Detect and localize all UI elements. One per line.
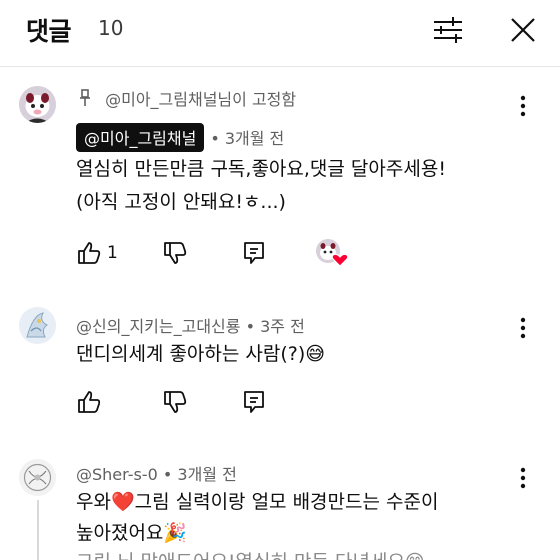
more-vertical-icon xyxy=(520,467,526,489)
dislike-button[interactable] xyxy=(162,389,188,417)
close-icon xyxy=(511,18,535,42)
comment-more-button[interactable] xyxy=(512,93,534,119)
pinned-text: @미아_그림채널님이 고정함 xyxy=(105,90,297,109)
comment-time[interactable]: • 3주 전 xyxy=(246,317,305,336)
creator-author-chip[interactable]: @미아_그림채널 xyxy=(76,123,205,152)
reply-icon xyxy=(244,391,264,413)
comment-text: 그림 뇌 맞애드어요!열심히 만든 다년세요😊 xyxy=(76,546,425,560)
comment-author[interactable]: @신의_지키는_고대신룡 xyxy=(76,317,240,336)
avatar[interactable] xyxy=(19,459,56,496)
comment-text: 우와❤️그림 실력이랑 얼모 배경만드는 수준이 xyxy=(76,491,439,513)
more-vertical-icon xyxy=(520,317,526,339)
avatar-image xyxy=(19,307,56,344)
reply-button[interactable] xyxy=(241,240,267,268)
thumbs-up-icon xyxy=(78,242,101,264)
thumbs-up-icon xyxy=(78,391,101,413)
like-button[interactable] xyxy=(76,389,102,417)
comments-title: 댓글 xyxy=(26,17,72,46)
dislike-button[interactable] xyxy=(162,240,188,268)
comment-meta: @Sher-s-0 • 3개월 전 xyxy=(76,461,237,485)
comment-time[interactable]: • 3개월 전 xyxy=(210,129,284,148)
avatar[interactable] xyxy=(19,86,56,123)
comment-text: 열심히 만든만큼 구독,좋아요,댓글 달아주세용! xyxy=(76,158,446,180)
more-vertical-icon xyxy=(520,95,526,117)
thumbs-down-icon xyxy=(164,391,187,413)
pin-icon xyxy=(78,89,92,107)
reply-thread-line xyxy=(37,500,39,560)
thumbs-down-icon xyxy=(164,242,187,264)
reply-button[interactable] xyxy=(241,389,267,417)
close-button[interactable] xyxy=(505,12,541,48)
comments-header: 댓글 10 xyxy=(0,0,560,67)
comments-count: 10 xyxy=(98,16,124,40)
comment-author[interactable]: @Sher-s-0 xyxy=(76,465,158,484)
reply-icon xyxy=(244,242,264,264)
creator-heart-icon xyxy=(316,239,349,267)
like-count: 1 xyxy=(107,243,118,263)
comment-meta: @신의_지키는_고대신룡 • 3주 전 xyxy=(76,313,305,337)
comment-text: (아직 고정이 안돼요!ㅎ...) xyxy=(76,191,286,213)
sliders-icon xyxy=(434,17,462,43)
comment-more-button[interactable] xyxy=(512,465,534,491)
avatar-image xyxy=(19,459,56,496)
creator-heart xyxy=(315,238,349,268)
comments-panel: 댓글 10 @미아_그림채널님이 고정함 @미아_그림채널 • 3개월 전 열심… xyxy=(0,0,560,560)
comment-time[interactable]: • 3개월 전 xyxy=(163,465,237,484)
pinned-label: @미아_그림채널님이 고정함 xyxy=(78,86,296,110)
avatar[interactable] xyxy=(19,307,56,344)
comment-more-button[interactable] xyxy=(512,315,534,341)
avatar-image xyxy=(19,86,56,123)
comment-text: 댄디의세계 좋아하는 사람(?)😅 xyxy=(76,343,326,365)
comment-meta: @미아_그림채널 • 3개월 전 xyxy=(76,123,284,152)
like-button[interactable] xyxy=(76,240,102,268)
sort-button[interactable] xyxy=(429,13,467,47)
